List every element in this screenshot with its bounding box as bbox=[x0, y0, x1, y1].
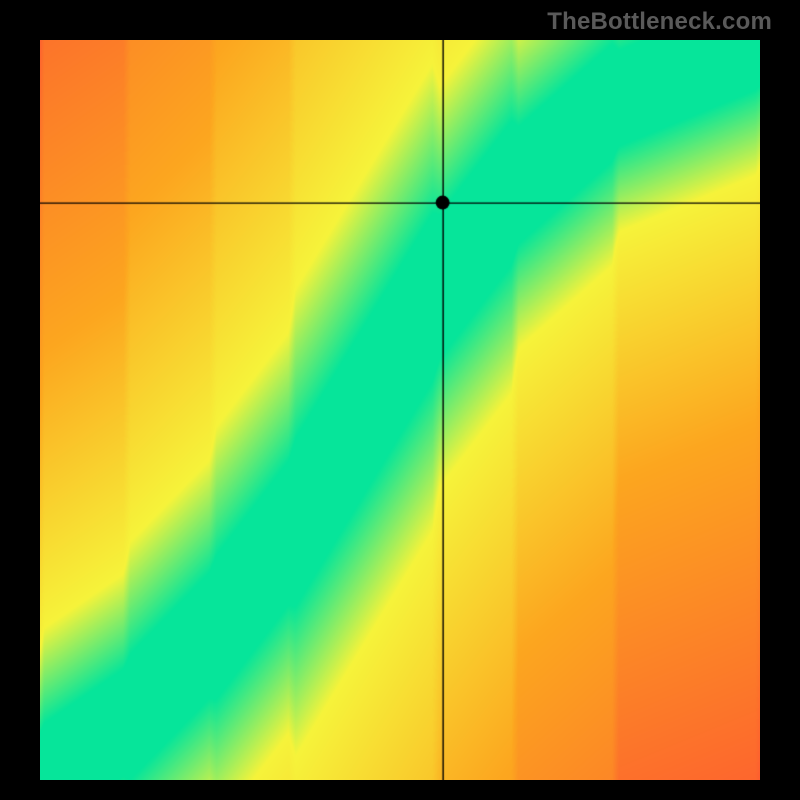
chart-frame: TheBottleneck.com bbox=[0, 0, 800, 800]
heatmap-container bbox=[40, 40, 760, 780]
attribution-text: TheBottleneck.com bbox=[547, 8, 772, 36]
bottleneck-heatmap bbox=[40, 40, 760, 780]
